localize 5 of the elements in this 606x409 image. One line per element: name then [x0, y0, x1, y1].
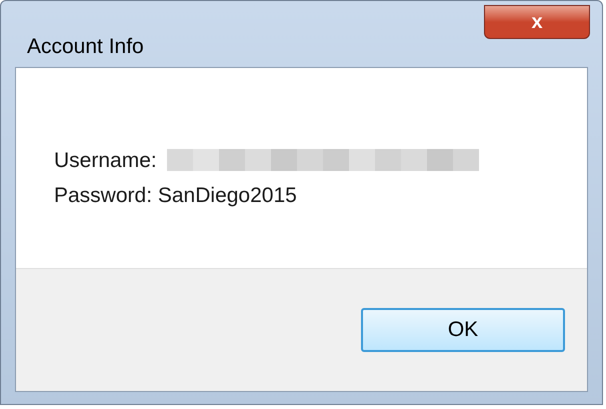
window-title: Account Info: [27, 34, 144, 60]
username-label: Username:: [54, 148, 157, 174]
close-button[interactable]: x: [484, 5, 590, 39]
password-text: Password: SanDiego2015: [54, 183, 298, 209]
ok-button[interactable]: OK: [361, 308, 565, 352]
